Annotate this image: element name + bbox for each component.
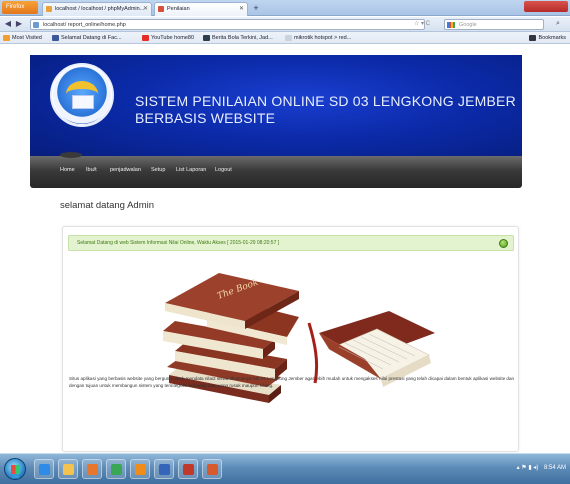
tab-penilaian[interactable]: Penilaian ✕	[154, 2, 248, 16]
taskbar-firefox-button[interactable]	[82, 459, 102, 479]
taskbar-app-button[interactable]	[178, 459, 198, 479]
page-icon	[285, 35, 292, 41]
windows-logo-icon	[11, 465, 20, 474]
tab-bar: Firefox localhost / localhost / phpMyAdm…	[0, 0, 570, 16]
taskbar-word-button[interactable]	[154, 459, 174, 479]
news-icon	[203, 35, 210, 41]
menu-item-logout[interactable]: Logout	[215, 167, 232, 173]
tab-label: localhost / localhost / phpMyAdmin...	[55, 6, 145, 12]
bookmark-most-visited[interactable]: Most Visited	[3, 33, 42, 43]
site-identity-icon	[33, 22, 39, 28]
url-bar[interactable]: localhost/ report_online/home.php	[30, 19, 425, 30]
chrome-icon	[111, 464, 122, 475]
menu-item-list-laporan[interactable]: List Laporan	[176, 167, 206, 173]
main-menu: Home Ibu/t penjadwalan Setup List Lapora…	[30, 152, 522, 188]
google-icon	[447, 22, 455, 28]
bookmark-label: mikrotik hotspot > red...	[294, 35, 352, 41]
app-icon	[183, 464, 194, 475]
bookmark-berita-bola[interactable]: Berita Bola Terkini, Jad...	[203, 33, 273, 43]
close-tab-icon[interactable]: ✕	[239, 3, 244, 15]
tray-icons: ▴ ⚑ ▮ ◂)	[516, 465, 539, 471]
word-icon	[159, 464, 170, 475]
site-description: Situs aplikasi yang berbasis website yan…	[69, 376, 515, 388]
system-tray[interactable]: ▴ ⚑ ▮ ◂) 8:54 AM	[517, 464, 566, 471]
bookmarks-bar: Most Visited Selamat Datang di Fac... Yo…	[0, 32, 570, 44]
browser-window: Firefox localhost / localhost / phpMyAdm…	[0, 0, 570, 484]
start-button[interactable]	[4, 458, 26, 480]
bookmarks-menu[interactable]: Bookmarks	[529, 33, 566, 43]
firefox-menu-button[interactable]: Firefox	[2, 1, 38, 14]
bookmarks-icon	[529, 35, 537, 41]
youtube-icon	[142, 35, 149, 41]
page-content: SISTEM PENILAIAN ONLINE SD 03 LENGKONG J…	[0, 45, 570, 453]
search-placeholder: Google	[459, 22, 477, 28]
bookmarks-menu-label: Bookmarks	[538, 35, 566, 41]
window-controls[interactable]	[524, 1, 568, 12]
close-tab-icon[interactable]: ✕	[143, 3, 148, 15]
check-circle-icon	[499, 239, 508, 248]
content-panel: Selamat Datang di web Sistem Informasi N…	[62, 226, 519, 452]
taskbar-ie-button[interactable]	[34, 459, 54, 479]
tray-clock: 8:54 AM	[543, 465, 566, 471]
site-title-line1: SISTEM PENILAIAN ONLINE SD 03 LENGKONG J…	[135, 93, 516, 109]
bookmark-label: Selamat Datang di Fac...	[61, 35, 122, 41]
url-actions[interactable]: ☆ ▾ C	[414, 19, 430, 29]
folder-icon	[63, 464, 74, 475]
facebook-icon	[52, 35, 59, 41]
windows-taskbar: ▴ ⚑ ▮ ◂) 8:54 AM	[0, 453, 570, 484]
menu-item-home[interactable]: Home	[60, 167, 75, 173]
url-text: localhost/ report_online/home.php	[43, 22, 126, 28]
back-arrow-icon[interactable]: ◀	[3, 19, 13, 29]
success-alert: Selamat Datang di web Sistem Informasi N…	[68, 235, 514, 251]
internet-explorer-icon	[39, 464, 50, 475]
alert-text: Selamat Datang di web Sistem Informasi N…	[77, 240, 280, 246]
firefox-window-icon	[207, 464, 218, 475]
taskbar-media-button[interactable]	[130, 459, 150, 479]
tab-label: Penilaian	[167, 6, 190, 12]
page-favicon-icon	[158, 6, 164, 12]
search-input[interactable]: Google	[444, 19, 544, 30]
bookmark-label: Berita Bola Terkini, Jad...	[212, 35, 273, 41]
bookmark-folder-icon	[3, 35, 10, 41]
bookmark-label: YouTube home80	[151, 35, 195, 41]
taskbar-explorer-button[interactable]	[58, 459, 78, 479]
site-title-line2: BERBASIS WEBSITE	[135, 110, 276, 126]
phpmyadmin-favicon-icon	[46, 6, 52, 12]
menu-item-ibut[interactable]: Ibu/t	[86, 167, 97, 173]
bookmark-facebook[interactable]: Selamat Datang di Fac...	[52, 33, 122, 43]
bookmark-mikrotik[interactable]: mikrotik hotspot > red...	[285, 33, 351, 43]
new-tab-button[interactable]: +	[250, 3, 262, 14]
tut-wuri-handayani-logo	[50, 63, 114, 127]
firefox-icon	[87, 464, 98, 475]
forward-arrow-icon[interactable]: ▶	[14, 19, 24, 29]
taskbar-chrome-button[interactable]	[106, 459, 126, 479]
site-header: SISTEM PENILAIAN ONLINE SD 03 LENGKONG J…	[30, 55, 522, 163]
welcome-heading: selamat datang Admin	[60, 200, 155, 211]
taskbar-firefox-window-button[interactable]	[202, 459, 222, 479]
tab-phpmyadmin[interactable]: localhost / localhost / phpMyAdmin... ✕	[42, 2, 152, 16]
menu-item-penjadwalan[interactable]: penjadwalan	[110, 167, 141, 173]
site-title: SISTEM PENILAIAN ONLINE SD 03 LENGKONG J…	[135, 93, 516, 127]
bookmark-label: Most Visited	[12, 35, 42, 41]
search-icon[interactable]: ⌕	[556, 20, 560, 28]
menu-item-setup[interactable]: Setup	[151, 167, 165, 173]
media-player-icon	[135, 464, 146, 475]
bookmark-youtube[interactable]: YouTube home80	[142, 33, 194, 43]
navigation-bar: ◀ ▶ localhost/ report_online/home.php ☆ …	[0, 17, 570, 32]
